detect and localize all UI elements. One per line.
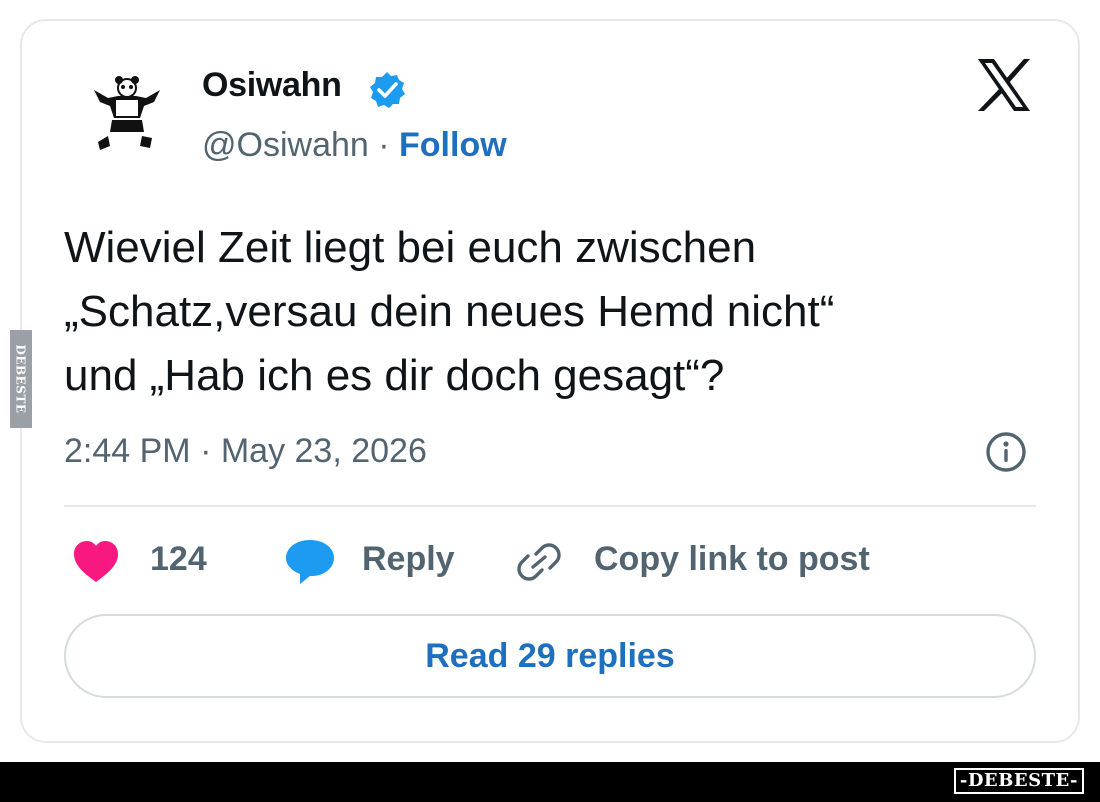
copy-link-button[interactable]: Copy link to post (594, 540, 870, 579)
tweet-text: Wieviel Zeit liegt bei euch zwischen „Sc… (64, 223, 835, 400)
tweet-timestamp[interactable]: 2:44 PM · May 23, 2026 (64, 432, 427, 471)
link-icon[interactable] (514, 540, 564, 584)
author-handle[interactable]: @Osiwahn (202, 126, 369, 164)
reply-bubble-icon[interactable] (284, 538, 336, 586)
handle-separator: · (368, 126, 400, 164)
divider (64, 505, 1036, 507)
panda-avatar-icon[interactable] (88, 72, 166, 158)
like-count[interactable]: 124 (150, 540, 207, 579)
reply-button[interactable]: Reply (362, 540, 455, 579)
author-name[interactable]: Osiwahn (202, 66, 342, 105)
handle-line: @Osiwahn · Follow (202, 126, 507, 165)
debeste-logo: -DEBESTE- (953, 768, 1084, 794)
side-watermark-text: DEBESTE (14, 344, 28, 414)
bottom-watermark-bar: -DEBESTE- (0, 762, 1100, 802)
info-icon[interactable] (984, 430, 1028, 474)
x-logo-icon[interactable] (974, 56, 1034, 114)
side-watermark: DEBESTE (10, 330, 32, 428)
follow-button[interactable]: Follow (399, 126, 507, 164)
verified-badge-icon (370, 72, 405, 108)
read-replies-button[interactable]: Read 29 replies (64, 614, 1036, 698)
heart-icon[interactable] (72, 540, 120, 584)
